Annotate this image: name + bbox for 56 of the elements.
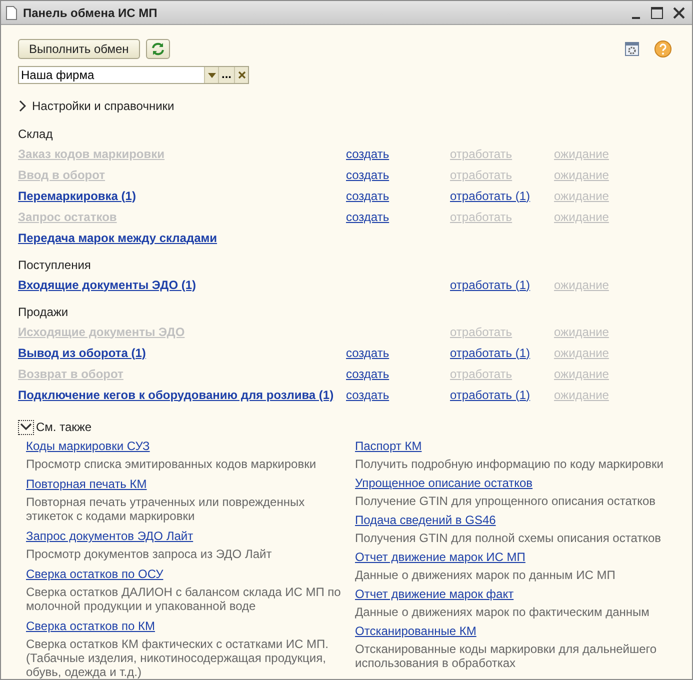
refresh-icon	[150, 42, 165, 56]
see-also-link[interactable]: Подача сведений в GS46	[355, 512, 496, 528]
link-description: Данные о движениях марок по фактическим данным	[355, 605, 650, 619]
document-link[interactable]: Подключение кегов к оборудованию для розлива (1)	[18, 386, 334, 404]
document-link[interactable]: Вывод из оборота (1)	[18, 344, 146, 362]
section-title: Склад	[18, 126, 54, 143]
see-also-link[interactable]: Паспорт КМ	[355, 438, 422, 454]
document-link[interactable]: Входящие документы ЭДО (1)	[18, 276, 196, 294]
link-description: Сверка остатков ДАЛИОН с балансом склада ИС МП по молочной продукции и упакованной воде	[26, 585, 342, 613]
see-also-link[interactable]: Запрос документов ЭДО Лайт	[26, 528, 194, 544]
link-description: Данные о движениях марок по данным ИС МП	[355, 568, 616, 582]
close-icon[interactable]	[673, 6, 685, 18]
link-description: Повторная печать утраченных или поврежденных этикеток с кодами маркировки	[26, 495, 306, 523]
link-description: Просмотр документов запроса из ЭДО Лайт	[26, 547, 273, 561]
create-link[interactable]: создать	[346, 186, 390, 204]
maximize-icon[interactable]	[651, 6, 663, 18]
link-description: Получение GTIN для упрощенного описания остатков	[355, 494, 657, 508]
process-link[interactable]: отработать (1)	[450, 344, 530, 362]
settings-group-title[interactable]: Настройки и справочники	[32, 97, 174, 115]
choose-button[interactable]: ...	[218, 67, 234, 83]
clear-button[interactable]	[234, 67, 248, 83]
window-title: Панель обмена ИС МП	[23, 4, 158, 22]
help-icon[interactable]	[654, 40, 672, 58]
link-description: Отсканированные коды маркировки для дальнейшего использования в обработках	[355, 642, 658, 670]
section-title: Продажи	[18, 304, 70, 321]
see-also-link[interactable]: Сверка остатков по ОСУ	[26, 566, 164, 582]
link-description: Сверка остатков КМ фактических с остатками ИС МП. (Табачные изделия, никотиносодержащая продукция, обувь, одежда и т.д.)	[26, 637, 330, 679]
settings-icon[interactable]	[624, 41, 640, 57]
see-also-link[interactable]: Отсканированные КМ	[355, 623, 476, 639]
see-also-link[interactable]: Коды маркировки СУЗ	[26, 438, 150, 454]
process-link[interactable]: отработать (1)	[450, 276, 530, 294]
link-description: Получения GTIN для полной схемы описания остатков	[355, 531, 662, 545]
chevron-right-icon[interactable]	[18, 100, 26, 112]
see-also-link[interactable]: Упрощенное описание остатков	[355, 475, 533, 491]
create-link[interactable]: создать	[346, 344, 390, 362]
see-also-link[interactable]: Отчет движение марок факт	[355, 586, 514, 602]
process-link[interactable]: отработать (1)	[450, 386, 530, 404]
run-exchange-button[interactable]: Выполнить обмен	[18, 39, 140, 59]
process-link[interactable]: отработать (1)	[450, 186, 530, 204]
organization-field[interactable]: Наша фирма ...	[18, 66, 249, 84]
link-description: Просмотр списка эмитированных кодов маркировки	[26, 457, 318, 471]
document-link[interactable]: Передача марок между складами	[18, 228, 218, 246]
chevron-down-icon[interactable]	[18, 420, 34, 434]
section-title: Поступления	[18, 257, 92, 274]
see-also-link[interactable]: Повторная печать КМ	[26, 476, 147, 492]
dropdown-button[interactable]	[204, 67, 218, 83]
document-icon	[6, 6, 17, 20]
see-also-link[interactable]: Сверка остатков по КМ	[26, 618, 155, 634]
caret-down-icon	[208, 72, 216, 78]
create-link[interactable]: создать	[346, 386, 390, 404]
clear-icon	[238, 71, 246, 79]
see-also-link[interactable]: Отчет движение марок ИС МП	[355, 549, 526, 565]
document-link[interactable]: Перемаркировка (1)	[18, 186, 136, 204]
link-description: Получить подробную информацию по коду маркировки	[355, 457, 664, 471]
see-also-title[interactable]: См. также	[36, 418, 92, 436]
refresh-button[interactable]	[146, 39, 170, 59]
